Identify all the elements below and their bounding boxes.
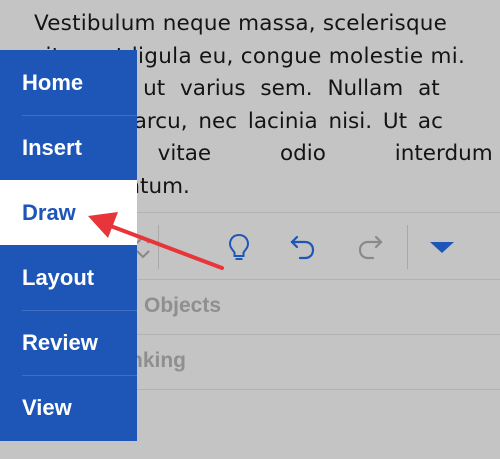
annotation-arrow-icon — [88, 212, 224, 270]
